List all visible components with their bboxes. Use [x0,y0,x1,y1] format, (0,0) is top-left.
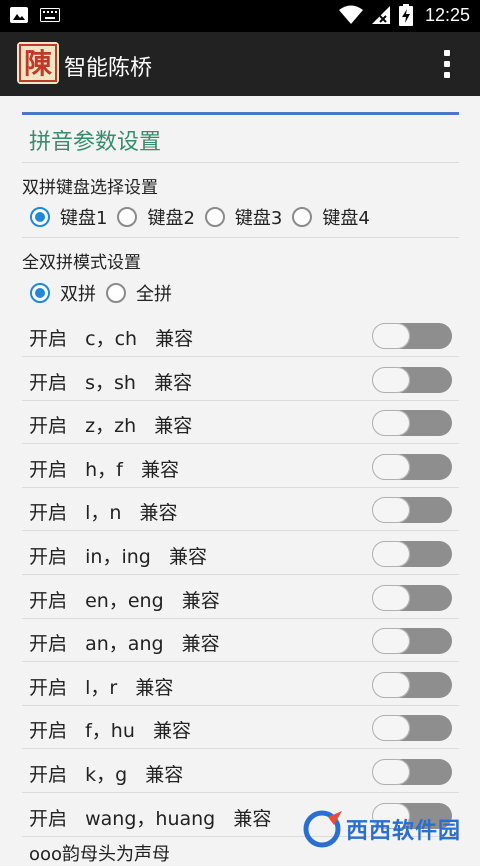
signal-icon [371,5,391,25]
toggle-switch[interactable] [372,497,452,524]
toggle-label: 开启 wang，huang 兼容 [29,807,272,830]
toggle-label: 开启 k，g 兼容 [29,764,184,786]
radio-keyboard1[interactable]: 键盘1 [30,204,107,230]
toggle-knob [372,584,410,611]
radio-label: 键盘2 [147,208,195,229]
radio-button[interactable] [204,207,225,227]
radio-button-selected[interactable] [30,283,50,303]
toggle-knob [372,671,410,698]
mode-group-label: 全双拼模式设置 [22,253,141,273]
toggle-knob [372,323,410,349]
section-title: 拼音参数设置 [29,130,162,155]
mode-radio-group: 双拼 全拼 [30,280,182,306]
overflow-menu-icon[interactable] [442,50,452,78]
toggle-knob [372,759,410,785]
toggle-knob [372,497,410,524]
status-bar: 12:25 [0,0,480,32]
toggle-switch[interactable] [372,323,452,349]
toggle-switch[interactable] [372,541,452,567]
toggle-row[interactable]: 开启 f，hu 兼容 [22,706,459,750]
watermark-text: 西西软件园 [346,819,462,844]
toggle-row[interactable]: 开启 h，f 兼容 [22,445,459,488]
toggle-label: 开启 l，r 兼容 [29,676,174,699]
toggle-knob [372,410,410,437]
toggle-knob [372,715,410,742]
keyboard-group-label: 双拼键盘选择设置 [22,178,158,198]
divider [22,237,459,238]
settings-content: 拼音参数设置 双拼键盘选择设置 键盘1 键盘2 键盘3 键盘4 全双拼模式设置 … [0,96,480,865]
radio-button[interactable] [117,207,138,227]
toggle-label: 开启 en，eng 兼容 [29,589,220,612]
toggle-switch[interactable] [372,584,452,611]
toggle-switch[interactable] [372,410,452,437]
toggle-label: 开启 l，n 兼容 [29,502,178,525]
toggle-row[interactable]: 开启 z，zh 兼容 [22,401,459,445]
toggle-row[interactable]: 开启 en，eng 兼容 [22,576,459,619]
radio-quanpin[interactable]: 全拼 [106,280,172,306]
toggle-label: 开启 f，hu 兼容 [29,720,192,743]
keyboard-radio-group: 键盘1 键盘2 键盘3 键盘4 [30,204,380,230]
radio-label: 键盘4 [322,208,370,229]
toggle-label: 开启 in，ing 兼容 [29,546,207,568]
battery-charging-icon [398,4,413,26]
radio-keyboard3[interactable]: 键盘3 [204,204,283,230]
toggle-switch[interactable] [372,366,452,393]
toggle-row[interactable]: 开启 an，ang 兼容 [22,619,459,663]
toggle-switch[interactable] [372,671,452,698]
toggle-knob [372,541,410,567]
image-icon [10,7,28,23]
toggle-row[interactable]: 开启 s，sh 兼容 [22,358,459,401]
watermark-logo-icon [303,810,342,848]
toggle-row[interactable]: 开启 l，r 兼容 [22,663,459,706]
keyboard-icon [40,8,60,22]
toggle-label: 开启 an，ang 兼容 [29,633,220,656]
toggle-label: 开启 z，zh 兼容 [29,415,193,438]
status-time: 12:25 [424,4,470,25]
watermark: 西西软件园 [302,808,472,850]
wifi-icon [338,5,363,25]
radio-keyboard2[interactable]: 键盘2 [117,204,195,230]
toggle-label: 开启 h，f 兼容 [29,458,179,481]
radio-keyboard4[interactable]: 键盘4 [292,204,370,230]
svg-text:陳: 陳 [24,47,53,80]
app-bar: 陳 智能陈桥 [0,32,480,96]
toggle-row[interactable]: 开启 c，ch 兼容 [22,314,459,357]
radio-button[interactable] [292,207,313,227]
toggle-knob [372,628,410,655]
partial-setting-row: ooo韵母头为声母 [29,844,171,865]
toggle-switch[interactable] [372,759,452,785]
toggle-row[interactable]: 开启 k，g 兼容 [22,750,459,793]
toggle-switch[interactable] [372,715,452,742]
toggle-row[interactable]: 开启 l，n 兼容 [22,488,459,532]
toggle-row[interactable]: 开启 in，ing 兼容 [22,532,459,575]
toggle-label: 开启 s，sh 兼容 [29,371,193,394]
app-logo: 陳 [17,42,59,84]
radio-label: 全拼 [136,284,172,305]
toggle-knob [372,366,410,393]
radio-label: 键盘1 [60,208,108,229]
top-accent-line [22,112,459,115]
radio-label: 双拼 [60,284,96,305]
divider [22,162,459,163]
toggle-switch[interactable] [372,453,452,480]
radio-label: 键盘3 [234,208,283,229]
radio-shuangpin[interactable]: 双拼 [30,280,96,306]
toggle-knob [372,453,410,480]
radio-button-selected[interactable] [30,207,50,227]
radio-button[interactable] [106,283,126,303]
app-title: 智能陈桥 [64,56,153,81]
toggle-label: 开启 c，ch 兼容 [29,328,194,350]
toggle-switch[interactable] [372,628,452,655]
